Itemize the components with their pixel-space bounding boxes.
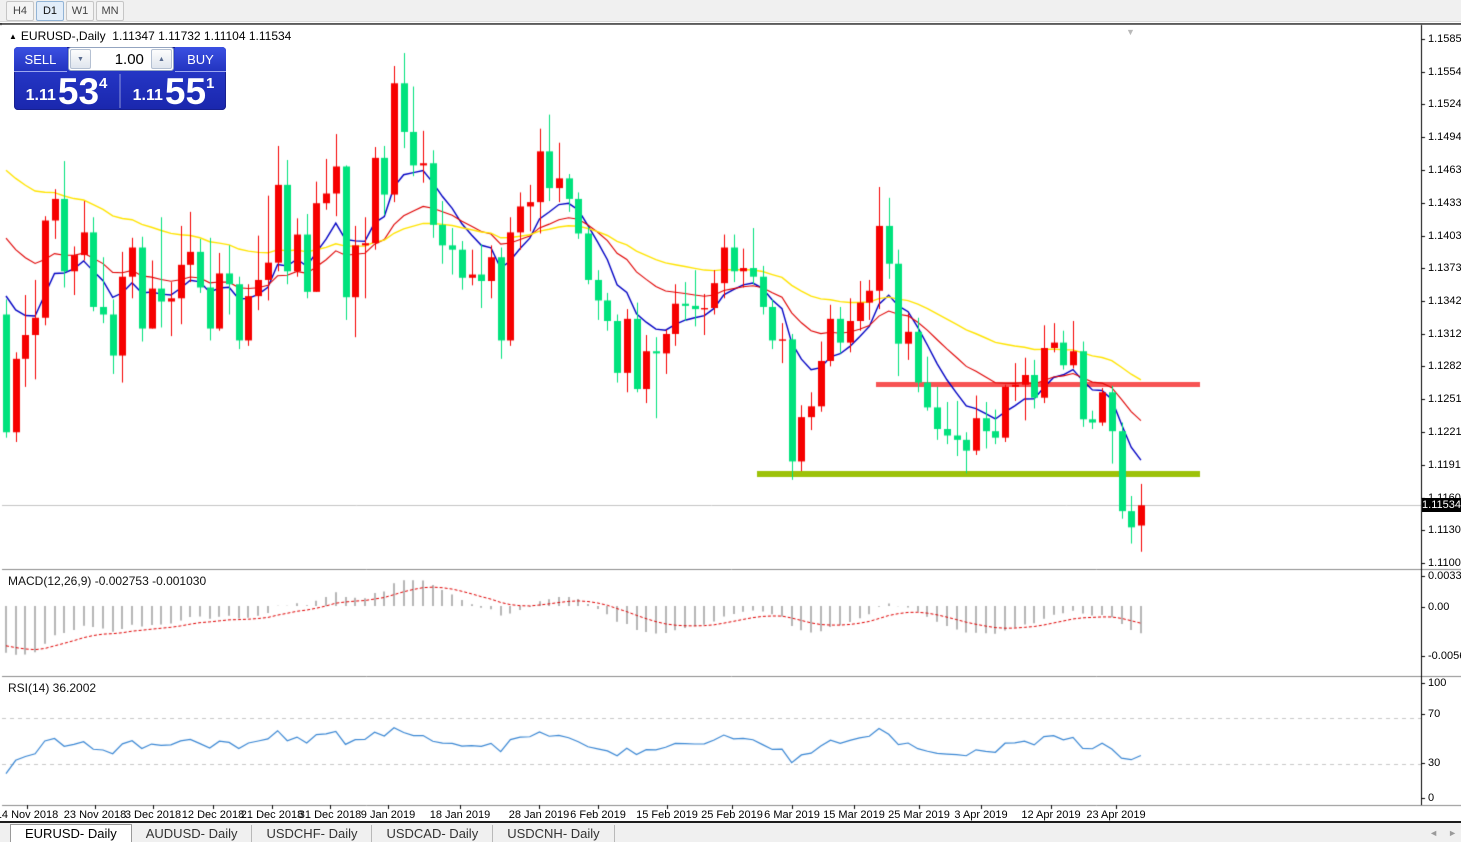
symbol-tab-usdcnh[interactable]: USDCNH- Daily <box>493 825 614 842</box>
price-axis-label: 1.14335 <box>1428 197 1461 209</box>
rsi-indicator-label: RSI(14) 36.2002 <box>8 681 96 695</box>
volume-decrease-button[interactable]: ▼ <box>70 49 91 69</box>
date-axis-label: 18 Jan 2019 <box>430 809 491 821</box>
buy-price-pip: 1 <box>206 76 214 91</box>
sell-price-main: 53 <box>58 76 99 107</box>
symbol-tab-usdchf[interactable]: USDCHF- Daily <box>252 825 372 842</box>
date-axis-label: 25 Mar 2019 <box>888 809 950 821</box>
rsi-axis-label: 100 <box>1428 677 1446 689</box>
symbol-tab-eurusd[interactable]: EURUSD- Daily <box>10 824 132 842</box>
price-axis-label: 1.14940 <box>1428 131 1461 143</box>
sell-price-display[interactable]: 1.11 53 4 <box>14 72 119 110</box>
volume-increase-button[interactable]: ▲ <box>151 49 172 69</box>
symbol-tab-audusd[interactable]: AUDUSD- Daily <box>132 825 253 842</box>
volume-stepper: ▼ ▲ <box>68 47 174 71</box>
date-axis-label: 3 Dec 2018 <box>125 809 181 821</box>
buy-price-prefix: 1.11 <box>133 88 163 104</box>
date-axis-label: 23 Nov 2018 <box>64 809 126 821</box>
rsi-axis-label: 70 <box>1428 708 1440 720</box>
price-axis-label: 1.14030 <box>1428 230 1461 242</box>
symbol-marker-icon: ▲ <box>9 32 17 41</box>
price-axis-label: 1.13425 <box>1428 295 1461 307</box>
buy-button[interactable]: BUY <box>175 47 226 72</box>
autoscroll-marker-icon: ▼ <box>1126 27 1135 37</box>
trading-platform-window: H4D1W1MN ▲EURUSD-,Daily 1.11347 1.11732 … <box>0 0 1461 842</box>
date-axis-label: 25 Feb 2019 <box>701 809 763 821</box>
one-click-trade-panel: SELL ▼ ▲ BUY 1.11 53 4 1.11 55 1 <box>14 47 226 110</box>
chart-symbol-label: EURUSD-,Daily <box>21 29 106 43</box>
price-chart-canvas[interactable] <box>0 0 1461 842</box>
sell-button[interactable]: SELL <box>14 47 67 72</box>
macd-axis-label: 0.00 <box>1428 601 1449 613</box>
rsi-axis-label: 30 <box>1428 757 1440 769</box>
sell-price-prefix: 1.11 <box>26 88 56 104</box>
price-axis-label: 1.12515 <box>1428 393 1461 405</box>
date-axis-label: 15 Mar 2019 <box>823 809 885 821</box>
macd-indicator-label: MACD(12,26,9) -0.002753 -0.001030 <box>8 574 206 588</box>
chart-title: ▲ EURUSD-,Daily 1.11347 1.11732 1.11104 1… <box>9 29 291 43</box>
date-axis-label: 6 Mar 2019 <box>764 809 820 821</box>
buy-price-main: 55 <box>165 76 206 107</box>
price-axis-label: 1.15545 <box>1428 66 1461 78</box>
tab-scroll-right-icon[interactable]: ► <box>1448 828 1457 838</box>
symbol-tab-usdcad[interactable]: USDCAD- Daily <box>372 825 493 842</box>
volume-input[interactable] <box>92 48 150 70</box>
date-axis-label: 23 Apr 2019 <box>1086 809 1145 821</box>
date-axis-label: 12 Dec 2018 <box>182 809 244 821</box>
macd-axis-label: 0.003383 <box>1428 570 1461 582</box>
date-axis-label: 21 Dec 2018 <box>241 809 303 821</box>
date-axis-label: 12 Apr 2019 <box>1021 809 1080 821</box>
chart-ohlc-values: 1.11347 1.11732 1.11104 1.11534 <box>112 29 291 43</box>
price-axis-label: 1.11910 <box>1428 459 1461 471</box>
date-axis-label: 3 Apr 2019 <box>954 809 1007 821</box>
macd-axis-label: -0.005663 <box>1428 650 1461 662</box>
date-axis-label: 31 Dec 2018 <box>299 809 361 821</box>
date-axis-label: 14 Nov 2018 <box>0 809 58 821</box>
date-axis-label: 28 Jan 2019 <box>509 809 570 821</box>
symbol-tab-bar: EURUSD- DailyAUDUSD- DailyUSDCHF- DailyU… <box>0 823 1461 842</box>
date-axis-label: 15 Feb 2019 <box>636 809 698 821</box>
sell-price-pip: 4 <box>99 76 107 91</box>
price-axis-label: 1.15850 <box>1428 33 1461 45</box>
price-axis-label: 1.13730 <box>1428 262 1461 274</box>
rsi-axis-label: 0 <box>1428 792 1434 804</box>
buy-price-display[interactable]: 1.11 55 1 <box>121 72 226 110</box>
tab-scroll-left-icon[interactable]: ◄ <box>1429 828 1438 838</box>
price-axis-label: 1.15245 <box>1428 98 1461 110</box>
price-axis-label: 1.12215 <box>1428 426 1461 438</box>
price-axis-label: 1.11305 <box>1428 524 1461 536</box>
price-axis-label: 1.14635 <box>1428 164 1461 176</box>
date-axis-label: 6 Feb 2019 <box>570 809 626 821</box>
price-axis-label: 1.13120 <box>1428 328 1461 340</box>
price-axis-label: 1.12820 <box>1428 360 1461 372</box>
tab-scroll-controls: ◄ ► <box>1429 828 1457 838</box>
date-axis-label: 9 Jan 2019 <box>361 809 415 821</box>
price-axis-label: 1.11000 <box>1428 557 1461 569</box>
current-price-badge: 1.11534 <box>1422 498 1461 512</box>
